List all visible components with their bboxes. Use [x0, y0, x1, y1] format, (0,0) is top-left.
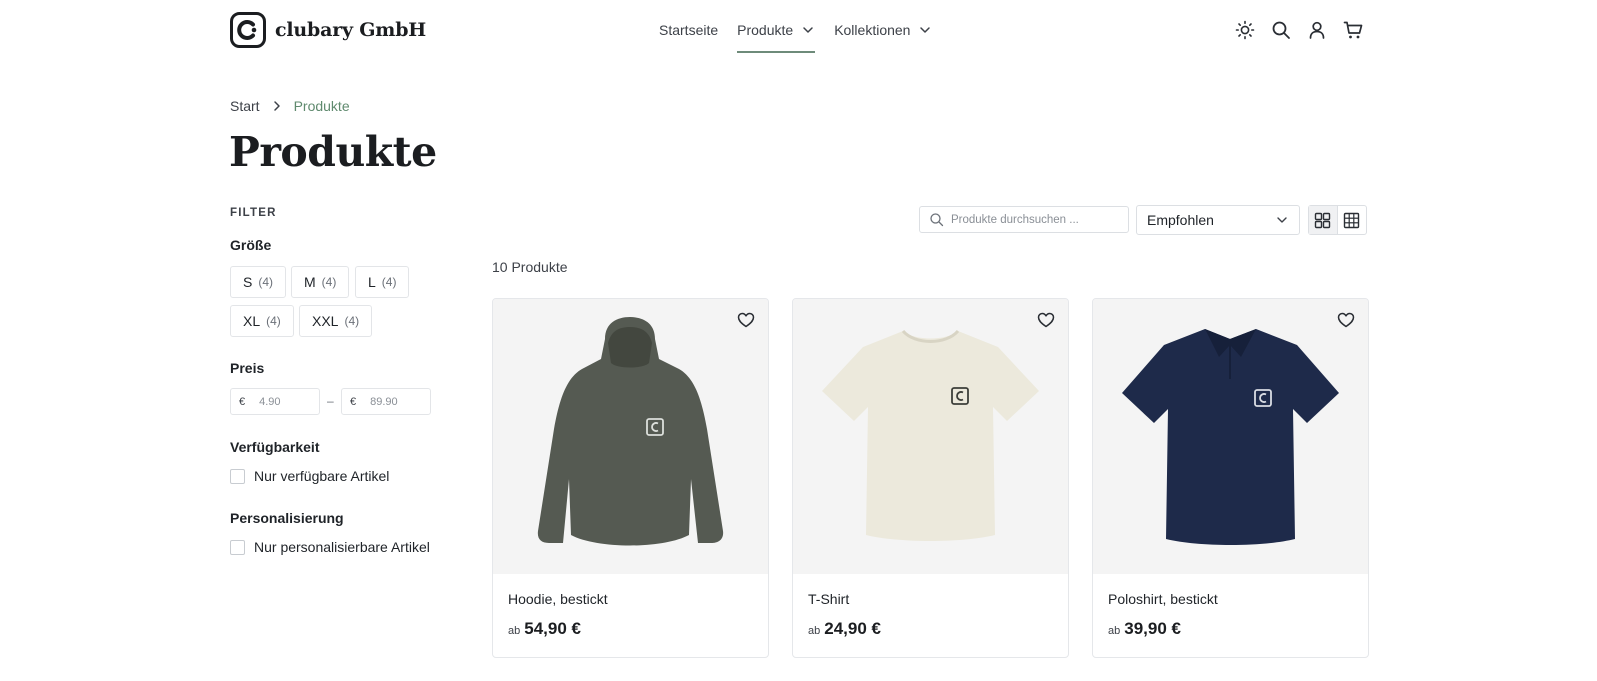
main-nav: Startseite Produkte Kollektionen — [659, 18, 951, 53]
price-amount: 39,90 € — [1124, 619, 1181, 638]
view-grid-large-button[interactable] — [1309, 206, 1338, 234]
nav-label: Produkte — [737, 22, 794, 38]
product-card-hoodie[interactable]: Hoodie, bestickt ab 54,90 € — [492, 298, 769, 658]
size-option-m[interactable]: M (4) — [291, 266, 350, 298]
personalization-checkbox[interactable] — [230, 539, 245, 555]
chevron-right-icon — [273, 101, 280, 111]
size-count: (4) — [381, 275, 397, 289]
product-image[interactable] — [1093, 299, 1368, 574]
price-amount: 54,90 € — [524, 619, 581, 638]
heart-icon[interactable] — [736, 310, 756, 330]
filter-heading: FILTER — [230, 207, 277, 219]
price-prefix: ab — [808, 625, 821, 637]
product-card-tshirt[interactable]: T-Shirt ab 24,90 € — [792, 298, 1069, 658]
price-min-field[interactable]: € 4.90 — [230, 388, 320, 415]
size-option-xl[interactable]: XL (4) — [230, 305, 294, 337]
product-price: ab 24,90 € — [808, 619, 881, 639]
product-image[interactable] — [793, 299, 1068, 574]
size-label: XL — [243, 313, 261, 329]
page-title: Produkte — [229, 128, 437, 176]
size-option-l[interactable]: L (4) — [355, 266, 410, 298]
nav-item-produkte[interactable]: Produkte — [737, 18, 816, 53]
size-label: M — [304, 274, 316, 290]
product-price: ab 54,90 € — [508, 619, 581, 639]
tshirt-image — [822, 329, 1039, 541]
brand-name: clubary GmbH — [275, 19, 427, 41]
brand-logo[interactable]: clubary GmbH — [230, 12, 426, 48]
site-header: clubary GmbH Startseite Produkte Kollekt… — [0, 0, 1597, 60]
product-name[interactable]: Poloshirt, bestickt — [1108, 591, 1218, 607]
sort-selected-value: Empfohlen — [1147, 212, 1214, 228]
grid-small-icon — [1344, 212, 1360, 228]
breadcrumb: Start Produkte — [230, 98, 350, 114]
availability-label: Nur verfügbare Artikel — [254, 468, 390, 484]
currency-symbol: € — [239, 395, 246, 408]
view-grid-small-button[interactable] — [1338, 206, 1366, 234]
sort-select[interactable]: Empfohlen — [1136, 205, 1300, 235]
availability-checkbox[interactable] — [230, 468, 245, 484]
price-amount: 24,90 € — [824, 619, 881, 638]
nav-item-startseite[interactable]: Startseite — [659, 18, 718, 42]
search-input[interactable] — [951, 213, 1121, 226]
size-count: (4) — [258, 275, 274, 289]
price-min-value: 4.90 — [259, 395, 281, 408]
personalization-filter-title: Personalisierung — [230, 510, 344, 526]
nav-item-kollektionen[interactable]: Kollektionen — [834, 18, 932, 42]
product-image[interactable] — [493, 299, 768, 574]
currency-symbol: € — [350, 395, 357, 408]
size-option-xxl[interactable]: XXL (4) — [299, 305, 373, 337]
size-label: L — [368, 274, 376, 290]
product-search[interactable] — [919, 206, 1129, 233]
price-max-value: 89.90 — [370, 395, 398, 408]
price-prefix: ab — [508, 625, 521, 637]
user-icon[interactable] — [1306, 19, 1328, 41]
chevron-down-icon — [920, 27, 931, 33]
product-name[interactable]: Hoodie, bestickt — [508, 591, 608, 607]
size-label: S — [243, 274, 253, 290]
nav-label: Kollektionen — [834, 22, 911, 38]
price-range-separator: – — [327, 394, 334, 408]
price-prefix: ab — [1108, 625, 1121, 637]
view-mode-toggle — [1308, 205, 1367, 235]
nav-label: Startseite — [659, 22, 719, 38]
search-icon[interactable] — [1270, 19, 1292, 41]
product-name[interactable]: T-Shirt — [808, 591, 849, 607]
heart-icon[interactable] — [1336, 310, 1356, 330]
product-card-poloshirt[interactable]: Poloshirt, bestickt ab 39,90 € — [1092, 298, 1369, 658]
heart-icon[interactable] — [1036, 310, 1056, 330]
availability-checkbox-row[interactable]: Nur verfügbare Artikel — [230, 468, 389, 484]
size-option-s[interactable]: S (4) — [230, 266, 287, 298]
poloshirt-image — [1122, 329, 1339, 545]
price-max-field[interactable]: € 89.90 — [341, 388, 431, 415]
header-actions — [1234, 19, 1364, 41]
sun-icon[interactable] — [1234, 19, 1256, 41]
chevron-down-icon — [1277, 217, 1287, 223]
breadcrumb-start-link[interactable]: Start — [230, 98, 260, 114]
grid-large-icon — [1315, 212, 1331, 228]
size-label: XXL — [312, 313, 339, 329]
chevron-down-icon — [803, 27, 813, 33]
price-filter-title: Preis — [230, 360, 265, 376]
product-count: 10 Produkte — [492, 259, 568, 275]
hoodie-image — [537, 317, 724, 546]
size-filter-title: Größe — [230, 237, 272, 253]
clubary-logo-icon — [230, 12, 266, 48]
personalization-label: Nur personalisierbare Artikel — [254, 539, 430, 555]
search-icon — [930, 213, 944, 227]
cart-icon[interactable] — [1342, 19, 1364, 41]
product-price: ab 39,90 € — [1108, 619, 1181, 639]
personalization-checkbox-row[interactable]: Nur personalisierbare Artikel — [230, 539, 430, 555]
size-count: (4) — [266, 314, 281, 328]
availability-filter-title: Verfügbarkeit — [230, 439, 320, 455]
size-count: (4) — [344, 314, 360, 328]
size-count: (4) — [321, 275, 337, 289]
breadcrumb-current: Produkte — [293, 98, 350, 114]
